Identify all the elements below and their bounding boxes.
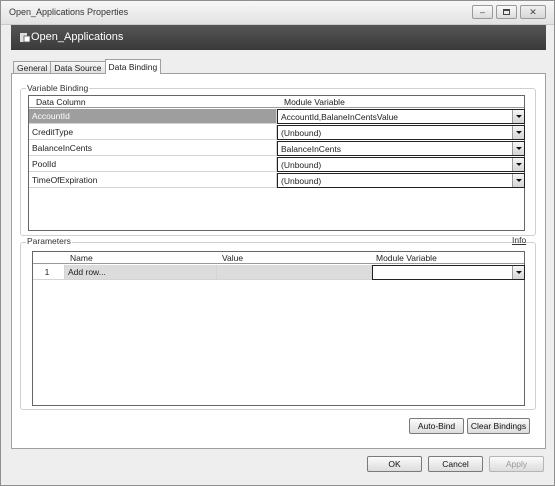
module-variable-select[interactable]: (Unbound) bbox=[277, 125, 525, 140]
tab-data-binding[interactable]: Data Binding bbox=[104, 59, 162, 74]
data-column-cell[interactable]: AccountId bbox=[29, 109, 277, 124]
module-variable-value: (Unbound) bbox=[281, 160, 322, 170]
binding-row[interactable]: CreditType (Unbound) bbox=[29, 125, 525, 140]
ok-button[interactable]: OK bbox=[367, 456, 422, 472]
dropdown-button[interactable] bbox=[512, 110, 524, 123]
parameters-label: Parameters bbox=[26, 236, 72, 246]
chevron-down-icon bbox=[515, 131, 522, 134]
dropdown-button[interactable] bbox=[512, 126, 524, 139]
clear-bindings-button[interactable]: Clear Bindings bbox=[467, 418, 530, 434]
grid-header: Data Column Module Variable bbox=[29, 96, 524, 108]
tab-strip: General Data Source Data Binding bbox=[13, 59, 162, 74]
binding-row[interactable]: AccountId AccountId,BalaneInCentsValue bbox=[29, 109, 525, 124]
parameter-module-variable-select[interactable] bbox=[372, 265, 525, 280]
binding-row[interactable]: BalanceInCents BalanceInCents bbox=[29, 141, 525, 156]
component-icon bbox=[20, 33, 30, 43]
chevron-down-icon bbox=[515, 179, 522, 182]
grid-header: Name Value Module Variable bbox=[33, 252, 524, 264]
column-header-module-variable[interactable]: Module Variable bbox=[284, 97, 345, 107]
dropdown-button[interactable] bbox=[512, 174, 524, 187]
column-header-value[interactable]: Value bbox=[222, 253, 243, 263]
info-link[interactable]: Info bbox=[512, 235, 526, 245]
dialog-header: Open_Applications bbox=[11, 25, 546, 50]
module-variable-select[interactable]: (Unbound) bbox=[277, 173, 525, 188]
binding-row[interactable]: PoolId (Unbound) bbox=[29, 157, 525, 172]
parameter-name-cell[interactable]: Add row... bbox=[65, 265, 217, 280]
dropdown-button[interactable] bbox=[512, 158, 524, 171]
variable-binding-grid: Data Column Module Variable AccountId Ac… bbox=[28, 95, 525, 231]
parameters-grid: Name Value Module Variable 1 Add row... bbox=[32, 251, 525, 406]
module-variable-value: BalanceInCents bbox=[281, 144, 342, 154]
title-bar[interactable]: Open_Applications Properties – ✕ bbox=[1, 1, 554, 25]
column-header-name[interactable]: Name bbox=[70, 253, 93, 263]
row-index-cell: 1 bbox=[33, 265, 65, 280]
chevron-down-icon bbox=[515, 271, 522, 274]
minimize-icon: – bbox=[479, 6, 485, 17]
column-header-data-column[interactable]: Data Column bbox=[36, 97, 86, 107]
chevron-down-icon bbox=[515, 163, 522, 166]
close-icon: ✕ bbox=[529, 6, 537, 17]
maximize-icon bbox=[503, 9, 510, 15]
chevron-down-icon bbox=[515, 115, 522, 118]
tab-panel: Variable Binding Data Column Module Vari… bbox=[11, 73, 546, 449]
minimize-button[interactable]: – bbox=[472, 5, 493, 19]
cancel-button[interactable]: Cancel bbox=[428, 456, 483, 472]
variable-binding-label: Variable Binding bbox=[26, 83, 90, 93]
properties-dialog: Open_Applications Properties – ✕ Open_Ap… bbox=[0, 0, 555, 486]
apply-button[interactable]: Apply bbox=[489, 456, 544, 472]
module-variable-value: (Unbound) bbox=[281, 128, 322, 138]
dropdown-button[interactable] bbox=[512, 142, 524, 155]
data-column-cell[interactable]: PoolId bbox=[29, 157, 277, 172]
chevron-down-icon bbox=[515, 147, 522, 150]
maximize-button[interactable] bbox=[496, 5, 517, 19]
data-column-cell[interactable]: TimeOfExpiration bbox=[29, 173, 277, 188]
module-variable-select[interactable]: AccountId,BalaneInCentsValue bbox=[277, 109, 525, 124]
close-button[interactable]: ✕ bbox=[520, 5, 546, 19]
window-controls: – ✕ bbox=[469, 5, 546, 19]
module-variable-value: AccountId,BalaneInCentsValue bbox=[281, 112, 399, 122]
parameter-row[interactable]: 1 Add row... bbox=[33, 265, 525, 280]
dropdown-button[interactable] bbox=[512, 266, 524, 279]
data-column-cell[interactable]: BalanceInCents bbox=[29, 141, 277, 156]
window-title: Open_Applications Properties bbox=[9, 7, 129, 17]
binding-row[interactable]: TimeOfExpiration (Unbound) bbox=[29, 173, 525, 188]
module-variable-select[interactable]: (Unbound) bbox=[277, 157, 525, 172]
header-title: Open_Applications bbox=[31, 31, 124, 43]
module-variable-value: (Unbound) bbox=[281, 176, 322, 186]
module-variable-select[interactable]: BalanceInCents bbox=[277, 141, 525, 156]
data-column-cell[interactable]: CreditType bbox=[29, 125, 277, 140]
parameter-value-cell[interactable] bbox=[217, 265, 372, 280]
column-header-module-variable[interactable]: Module Variable bbox=[376, 253, 437, 263]
auto-bind-button[interactable]: Auto-Bind bbox=[409, 418, 464, 434]
